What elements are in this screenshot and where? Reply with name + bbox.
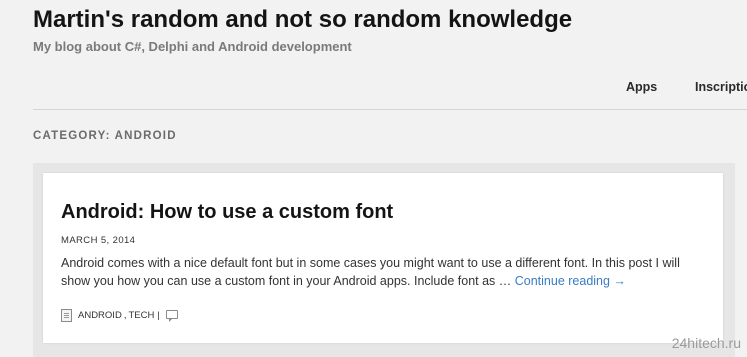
- continue-reading-link[interactable]: Continue reading →: [515, 274, 626, 288]
- post-meta: ANDROID, TECH |: [61, 308, 178, 322]
- category-link-android[interactable]: ANDROID: [78, 310, 122, 321]
- nav-item-apps[interactable]: Apps: [626, 80, 657, 94]
- post-date[interactable]: MARCH 5, 2014: [61, 235, 135, 246]
- content-area: Android: How to use a custom font MARCH …: [33, 163, 735, 357]
- site-header: Martin's random and not so random knowle…: [33, 0, 747, 110]
- category-link-tech[interactable]: TECH: [128, 310, 154, 321]
- main-nav: Apps Inscriptions: [33, 80, 747, 98]
- post-excerpt: Android comes with a nice default font b…: [61, 254, 701, 290]
- post-title[interactable]: Android: How to use a custom font: [61, 201, 393, 224]
- meta-divider: |: [157, 309, 160, 321]
- category-title: CATEGORY: ANDROID: [33, 130, 177, 142]
- folder-icon: [61, 308, 72, 322]
- post-card: Android: How to use a custom font MARCH …: [43, 173, 723, 343]
- nav-item-inscriptions[interactable]: Inscriptions: [695, 80, 747, 94]
- category-separator: ,: [123, 309, 127, 321]
- comment-icon[interactable]: [165, 309, 178, 322]
- site-tagline: My blog about C#, Delphi and Android dev…: [33, 39, 352, 54]
- header-divider: [33, 109, 747, 110]
- watermark-text: 24hitech.ru: [671, 335, 741, 351]
- site-title[interactable]: Martin's random and not so random knowle…: [33, 6, 572, 34]
